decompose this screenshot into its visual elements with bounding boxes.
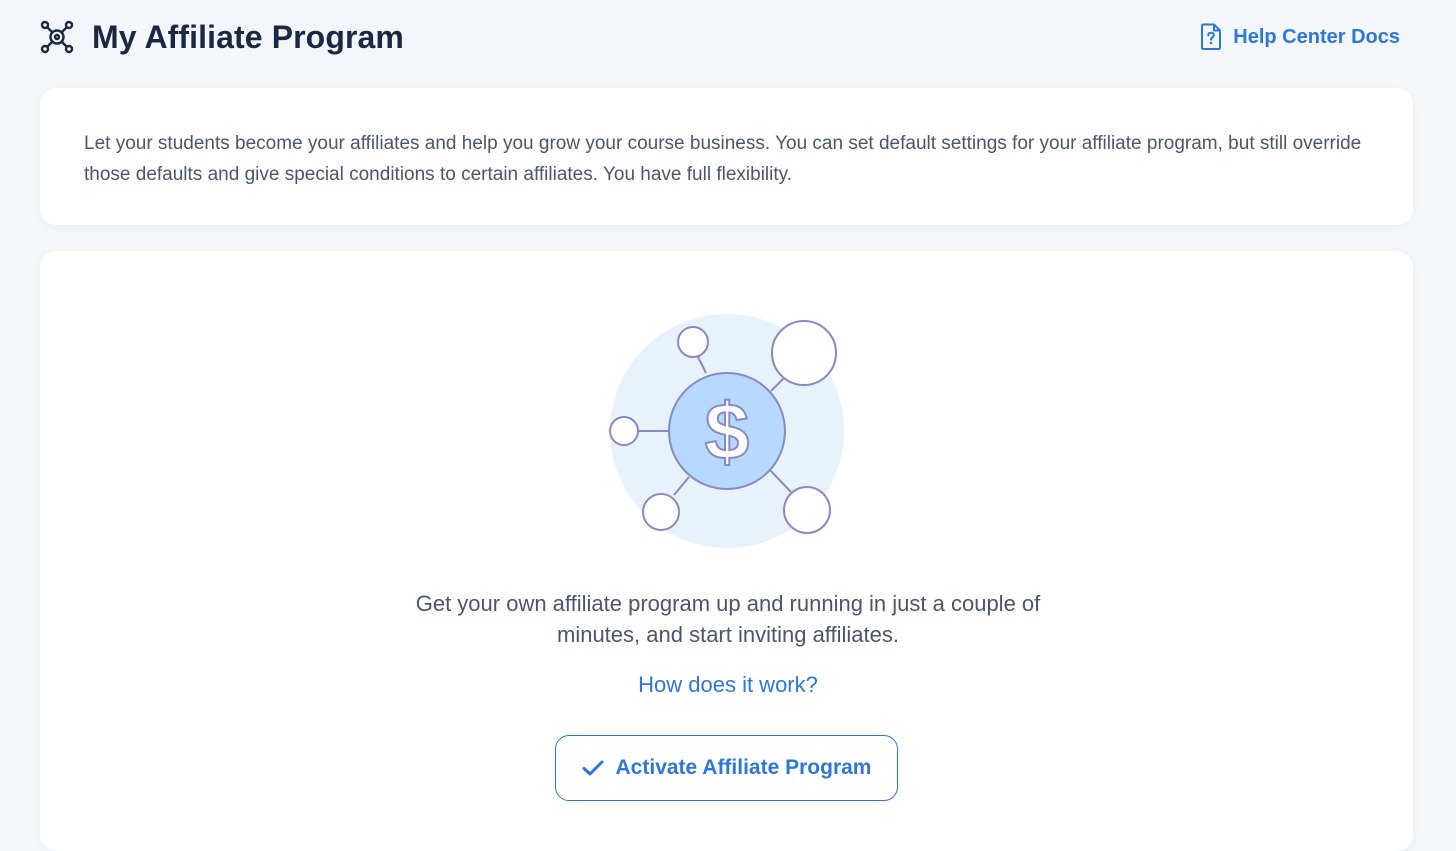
page-title: My Affiliate Program — [92, 18, 404, 55]
activate-affiliate-program-button[interactable]: Activate Affiliate Program — [555, 735, 898, 801]
check-icon — [582, 759, 604, 777]
title-group: My Affiliate Program — [40, 19, 404, 56]
page-header: My Affiliate Program Help Center Docs — [40, 16, 1400, 58]
affiliate-network-icon — [40, 20, 74, 54]
svg-text:$: $ — [705, 387, 750, 476]
activate-button-label: Activate Affiliate Program — [615, 756, 872, 779]
empty-state-tagline: Get your own affiliate program up and ru… — [0, 588, 1456, 650]
dollar-network-illustration: $ — [604, 312, 848, 552]
intro-card: Let your students become your affiliates… — [40, 88, 1413, 225]
tagline-line-2: minutes, and start inviting affiliates. — [557, 622, 899, 647]
help-center-docs-link[interactable]: Help Center Docs — [1199, 23, 1400, 51]
how-does-it-work-link[interactable]: How does it work? — [0, 672, 1456, 698]
help-center-docs-label: Help Center Docs — [1233, 25, 1400, 48]
tagline-line-1: Get your own affiliate program up and ru… — [415, 591, 1041, 616]
intro-text: Let your students become your affiliates… — [84, 133, 1362, 185]
document-question-icon — [1199, 23, 1223, 51]
